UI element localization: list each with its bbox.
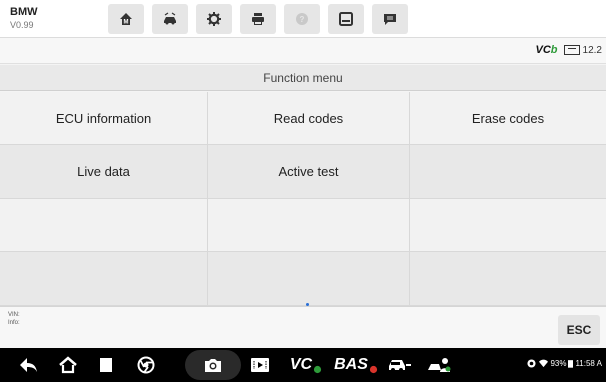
vehicle-battery-icon [563,45,580,55]
media-player-icon [251,358,269,372]
remote-support-icon [428,358,451,372]
message-button[interactable] [372,4,408,34]
vehicle-connect-button[interactable] [384,354,414,376]
bas-button[interactable]: BAS [334,354,378,376]
vci-status-dot-icon [314,365,322,373]
help-icon: ? [296,13,308,25]
bas-status-dot-icon [369,365,377,373]
function-ecu-information[interactable]: ECU information [0,92,208,145]
empty-cell [410,252,606,306]
vehicle-swap-button[interactable] [152,4,188,34]
camera-button[interactable] [200,354,226,376]
clock: 11:58 A [575,359,602,368]
vehicle-swap-icon [164,12,176,25]
browser-icon [137,356,155,374]
function-read-codes[interactable]: Read codes [208,92,410,145]
vehicle-info: VIN: Info: [8,311,20,327]
recent-apps-button[interactable] [96,354,116,376]
vehicle-brand: BMW V0.99 [10,7,38,30]
remote-support-button[interactable] [424,354,454,376]
home-button[interactable]: M [108,4,144,34]
info-bar: VIN: Info: ESC [0,306,606,348]
info-label: Info: [8,320,20,326]
help-button[interactable]: ? [284,4,320,34]
print-icon [252,13,264,25]
wifi-icon [539,359,549,368]
function-grid: ECU information Read codes Erase codes L… [0,92,606,306]
home-icon: M [120,13,132,26]
system-status: 93% 11:58 A [527,359,602,368]
vci-status: VCb 12.2 [536,44,602,56]
empty-cell [208,252,410,306]
function-erase-codes[interactable]: Erase codes [410,92,606,145]
svg-text:?: ? [300,15,305,24]
media-button[interactable] [248,354,272,376]
print-button[interactable] [240,4,276,34]
android-nav-bar: VC BAS 93% 11:58 A [0,348,606,382]
function-live-data[interactable]: Live data [0,145,208,199]
save-button[interactable] [328,4,364,34]
battery-percent: 93% [550,359,567,368]
home-nav-button[interactable] [56,354,80,376]
bas-label: BAS [334,356,368,373]
software-version: V0.99 [10,20,34,30]
battery-voltage: 12.2 [582,44,602,56]
empty-cell [0,252,208,306]
status-strip: VCb 12.2 [0,38,606,64]
house-icon [59,356,77,374]
battery-icon [568,360,574,368]
settings-button[interactable] [196,4,232,34]
function-active-test[interactable]: Active test [208,145,410,199]
empty-cell [0,199,208,252]
empty-cell [208,199,410,252]
svg-text:M: M [124,20,129,26]
camera-icon [205,359,221,372]
esc-button[interactable]: ESC [558,315,600,345]
vci-manager-button[interactable]: VC [286,354,326,376]
back-button[interactable] [16,354,40,376]
brand-name: BMW [10,6,38,18]
message-icon [384,14,396,25]
recent-apps-icon [100,358,112,372]
back-arrow-icon [20,358,37,372]
vci-connection-icon: VCb [535,44,558,56]
function-menu-title: Function menu [0,65,606,91]
settings-gear-icon [207,12,221,26]
vci-manager-label: VC [289,356,313,373]
car-connect-icon [389,360,411,372]
vin-label: VIN: [8,312,20,318]
sync-icon [527,359,536,368]
toolbar: M ? [108,4,416,34]
empty-cell [410,199,606,252]
empty-cell [410,145,606,199]
browser-button[interactable] [134,354,158,376]
top-header: BMW V0.99 M ? [0,0,606,38]
app-root: BMW V0.99 M ? VCb 12.2 Function menu ECU… [0,0,606,382]
save-icon [339,12,353,26]
